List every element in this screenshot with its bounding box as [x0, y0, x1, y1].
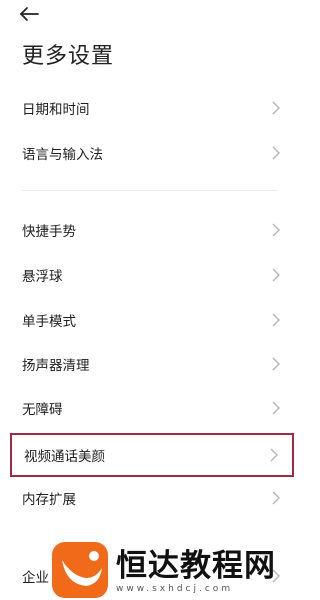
settings-item-speaker-cleaning[interactable]: 扬声器清理: [10, 342, 294, 386]
settings-item-label: 企业: [22, 570, 49, 586]
chevron-right-icon: [272, 101, 280, 115]
settings-item-label: 悬浮球: [22, 269, 63, 285]
settings-item-shortcut-gestures[interactable]: 快捷手势: [10, 208, 294, 252]
chevron-right-icon: [272, 313, 280, 327]
settings-item-memory-extension[interactable]: 内存扩展: [10, 476, 294, 520]
watermark: 恒达教程网 www.sxhdcj.com: [50, 538, 300, 600]
settings-item-label: 无障碍: [22, 402, 63, 418]
chevron-right-icon: [272, 268, 280, 282]
settings-item-label: 扬声器清理: [22, 358, 90, 374]
settings-item-label: 日期和时间: [22, 102, 90, 118]
watermark-text: 恒达教程网: [116, 548, 276, 584]
settings-item-floating-ball[interactable]: 悬浮球: [10, 253, 294, 297]
chevron-right-icon: [272, 401, 280, 415]
watermark-logo: [52, 542, 108, 598]
settings-item-one-handed-mode[interactable]: 单手模式: [10, 298, 294, 342]
settings-item-language-input[interactable]: 语言与输入法: [10, 131, 294, 175]
chevron-right-icon: [272, 223, 280, 237]
section-divider: [22, 190, 278, 191]
settings-item-label: 内存扩展: [22, 492, 76, 508]
settings-item-date-time[interactable]: 日期和时间: [10, 86, 294, 130]
chevron-right-icon: [272, 146, 280, 160]
settings-item-label: 视频通话美颜: [24, 449, 105, 465]
settings-item-accessibility[interactable]: 无障碍: [10, 386, 294, 430]
chevron-right-icon: [272, 357, 280, 371]
watermark-url: www.sxhdcj.com: [116, 584, 234, 594]
chevron-right-icon: [272, 491, 280, 505]
settings-item-label: 单手模式: [22, 314, 76, 330]
settings-item-label: 语言与输入法: [22, 147, 103, 163]
settings-item-label: 快捷手势: [22, 224, 76, 240]
settings-list: 日期和时间 语言与输入法 快捷手势 悬浮球 单手模式 扬声器清理 无障碍 视频通…: [0, 0, 300, 600]
settings-item-video-call-beauty[interactable]: 视频通话美颜: [10, 433, 294, 477]
chevron-right-icon: [270, 448, 278, 462]
